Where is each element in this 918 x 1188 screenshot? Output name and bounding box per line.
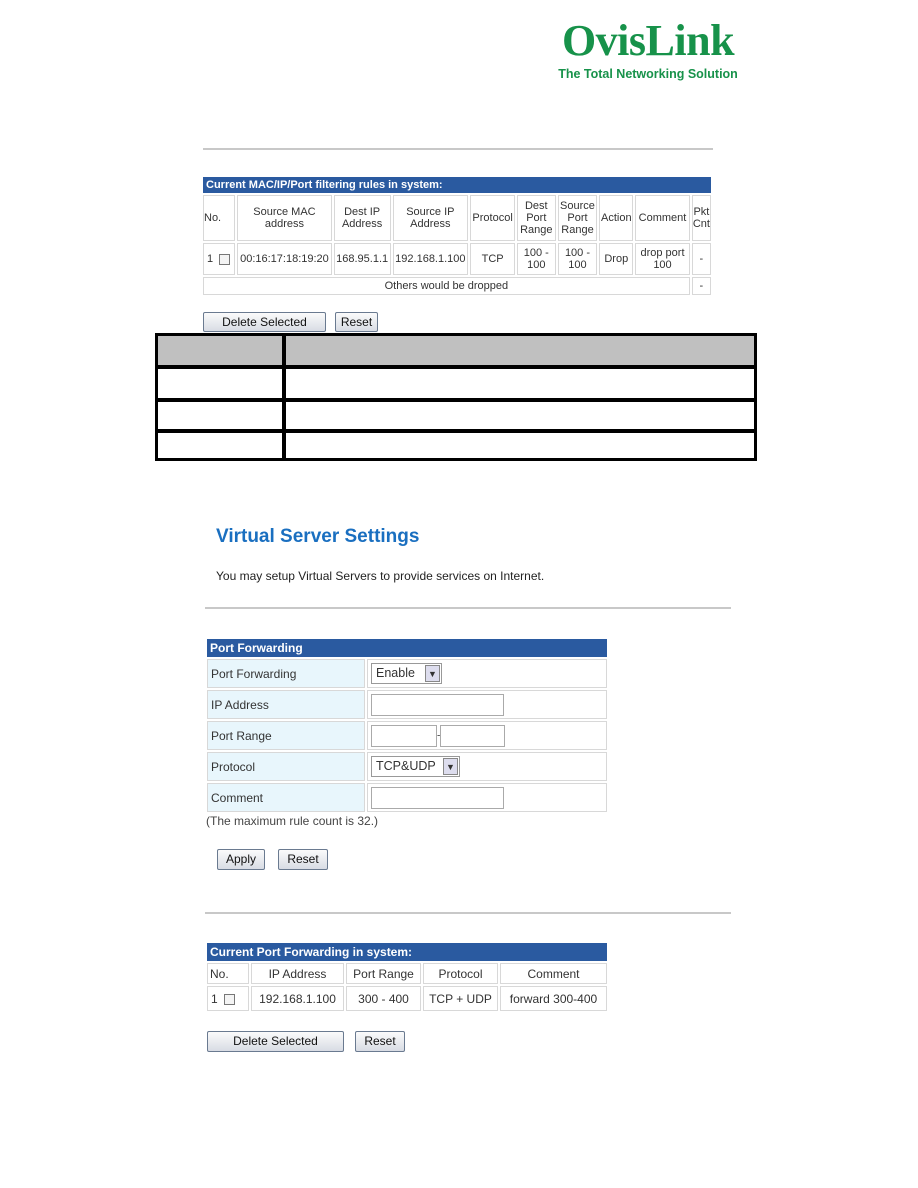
- port-forwarding-label: Port Forwarding: [207, 659, 365, 688]
- apply-button[interactable]: Apply: [217, 849, 265, 870]
- ip-address-label: IP Address: [207, 690, 365, 719]
- cell: TCP: [470, 243, 515, 275]
- row-checkbox[interactable]: [223, 993, 235, 1005]
- cell: 168.95.1.1: [333, 243, 391, 275]
- current-port-forwarding-table: Current Port Forwarding in system: No. I…: [205, 941, 609, 1013]
- delete-selected-button[interactable]: Delete Selected: [207, 1031, 344, 1052]
- cell: TCP + UDP: [423, 986, 498, 1011]
- reset-button[interactable]: Reset: [278, 849, 328, 870]
- cell: 300 - 400: [346, 986, 421, 1011]
- cell: Drop: [599, 243, 634, 275]
- cell: drop port 100: [635, 243, 690, 275]
- row-checkbox[interactable]: [219, 253, 231, 265]
- port-range-label: Port Range: [207, 721, 365, 750]
- cell: 00:16:17:18:19:20: [237, 243, 332, 275]
- port-forwarding-form: Port Forwarding Port Forwarding Enable ▼ …: [205, 637, 609, 814]
- logo-tagline: The Total Networking Solution: [558, 67, 738, 81]
- page-description: You may setup Virtual Servers to provide…: [216, 569, 545, 583]
- cell: -: [691, 277, 711, 295]
- reset-button[interactable]: Reset: [335, 312, 378, 332]
- row-number: 1: [207, 253, 214, 265]
- reset-button[interactable]: Reset: [355, 1031, 405, 1052]
- col-header: No.: [203, 195, 236, 241]
- chevron-down-icon: ▼: [443, 758, 458, 775]
- protocol-label: Protocol: [207, 752, 365, 781]
- col-header: Protocol: [470, 195, 515, 241]
- col-header: Dest Port Range: [516, 195, 556, 241]
- comment-label: Comment: [207, 783, 365, 812]
- cell: 192.168.1.100: [251, 986, 344, 1011]
- col-header: Dest IP Address: [333, 195, 391, 241]
- cell: 100 - 100: [557, 243, 598, 275]
- col-header: Comment: [635, 195, 690, 241]
- col-header: No.: [207, 963, 249, 984]
- ip-address-input[interactable]: [371, 693, 504, 716]
- table-row: 1 192.168.1.100 300 - 400 TCP + UDP forw…: [207, 986, 607, 1011]
- form-title: Port Forwarding: [207, 639, 607, 657]
- protocol-select[interactable]: TCP&UDP ▼: [371, 756, 460, 777]
- divider: [205, 912, 731, 914]
- col-header: Source Port Range: [557, 195, 598, 241]
- col-header: Action: [599, 195, 634, 241]
- col-header: Port Range: [346, 963, 421, 984]
- default-rule: Others would be dropped: [203, 277, 690, 295]
- cell: forward 300-400: [500, 986, 607, 1011]
- logo-name: OvisLink: [561, 16, 735, 65]
- port-from-input[interactable]: [371, 724, 437, 747]
- row-number: 1: [211, 991, 218, 1006]
- port-forwarding-select[interactable]: Enable ▼: [371, 663, 442, 684]
- chevron-down-icon: ▼: [425, 665, 440, 682]
- delete-selected-button[interactable]: Delete Selected: [203, 312, 326, 332]
- max-rule-note: (The maximum rule count is 32.): [206, 814, 379, 828]
- cell: 100 - 100: [516, 243, 556, 275]
- ovislink-logo: OvisLink The Total Networking Solution: [546, 16, 750, 82]
- col-header: Source MAC address: [237, 195, 332, 241]
- cell: -: [691, 243, 711, 275]
- table-title: Current Port Forwarding in system:: [207, 943, 607, 961]
- col-header: Source IP Address: [392, 195, 469, 241]
- filter-rules-table: Current MAC/IP/Port filtering rules in s…: [201, 175, 713, 297]
- col-header: Protocol: [423, 963, 498, 984]
- col-header: Comment: [500, 963, 607, 984]
- page-title: Virtual Server Settings: [216, 526, 420, 547]
- table-title: Current MAC/IP/Port filtering rules in s…: [203, 177, 711, 193]
- port-to-input[interactable]: [440, 724, 506, 747]
- col-header: IP Address: [251, 963, 344, 984]
- col-header: Pkt Cnt: [691, 195, 711, 241]
- description-table: [155, 333, 757, 461]
- cell: 192.168.1.100: [392, 243, 469, 275]
- comment-input[interactable]: [371, 786, 504, 809]
- table-row: 1 00:16:17:18:19:20 168.95.1.1 192.168.1…: [203, 243, 711, 275]
- divider: [203, 148, 713, 150]
- divider: [205, 607, 731, 609]
